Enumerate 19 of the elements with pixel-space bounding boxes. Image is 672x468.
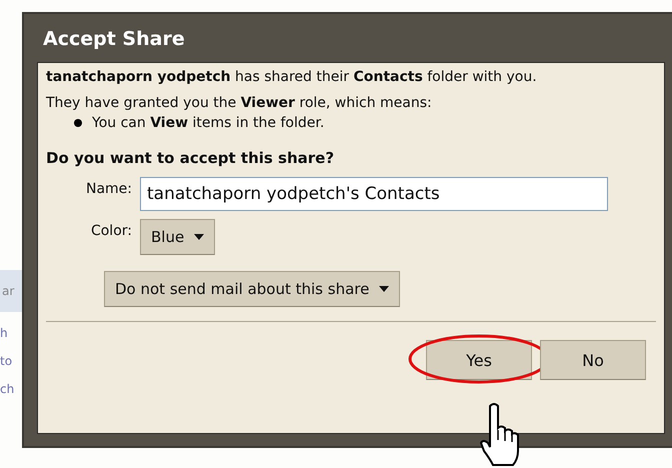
background-text: ch xyxy=(0,382,16,396)
color-dropdown[interactable]: Blue xyxy=(140,219,216,255)
no-button[interactable]: No xyxy=(540,340,646,380)
yes-button[interactable]: Yes xyxy=(426,340,532,380)
field-label: Color: xyxy=(90,222,132,239)
background-text: ar xyxy=(0,270,22,312)
caret-icon xyxy=(379,286,390,292)
background-text: to xyxy=(0,354,14,368)
caret-icon xyxy=(194,234,204,240)
bullet-icon xyxy=(74,119,82,127)
field-label: Name: xyxy=(84,180,132,197)
mail-dropdown[interactable]: Do not send mail about this share xyxy=(104,271,400,307)
role-message: They have granted you the Viewer role, which means: xyxy=(46,95,433,111)
background-text: h xyxy=(0,326,9,340)
dialog-title: Accept Share xyxy=(42,27,186,52)
question-text: Do you want to accept this share? xyxy=(46,149,336,167)
permission-text: You can View items in the folder. xyxy=(92,115,324,131)
share-message: tanatchaporn yodpetch has shared their Contacts folder with you. xyxy=(46,69,538,85)
name-field[interactable]: tanatchaporn yodpetch's Contacts xyxy=(140,177,608,211)
